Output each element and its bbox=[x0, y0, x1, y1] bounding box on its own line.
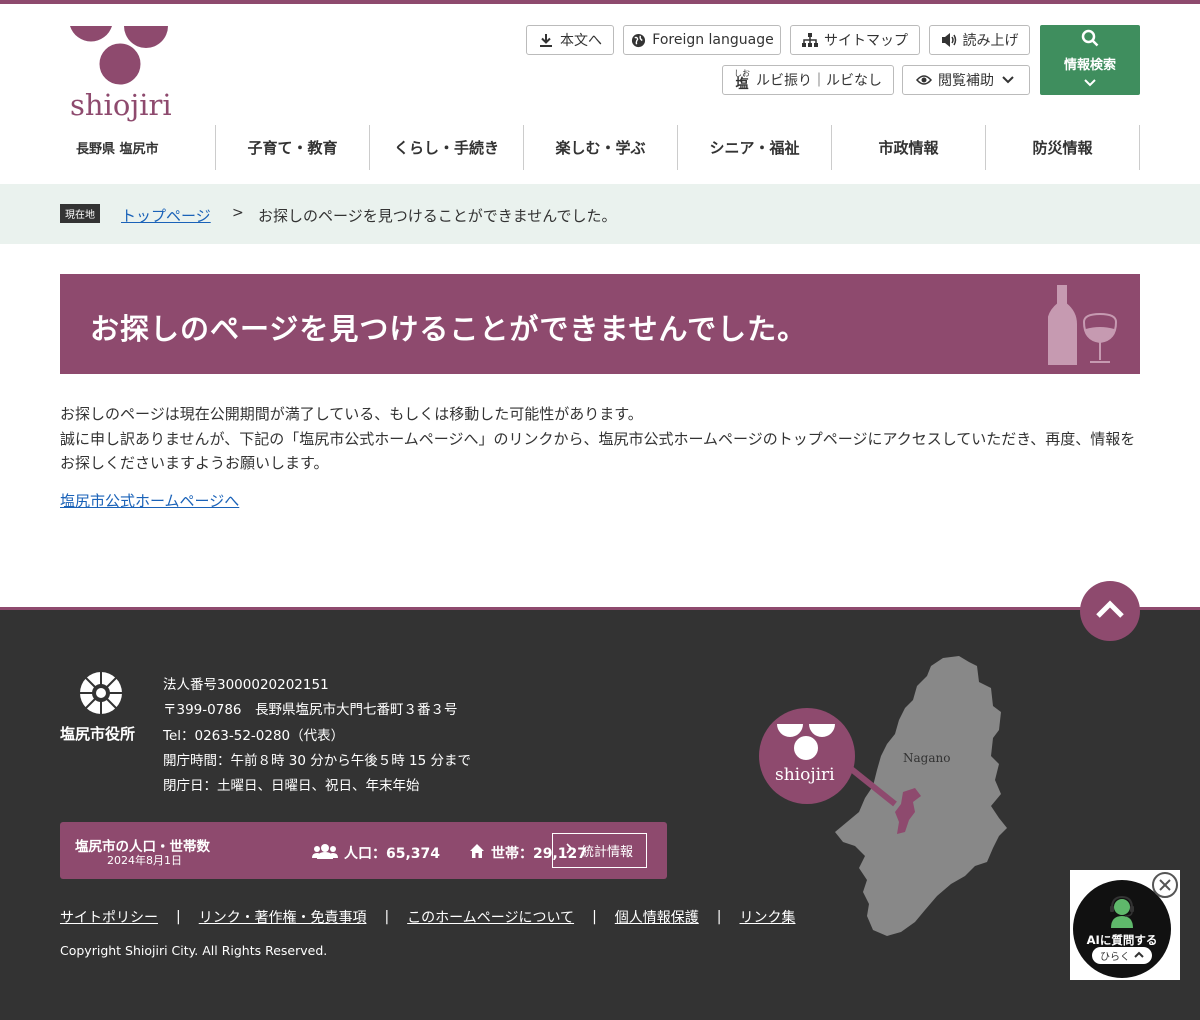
skip-to-content-button[interactable]: 本文へ bbox=[526, 25, 614, 55]
foreign-language-button[interactable]: Foreign language bbox=[623, 25, 781, 55]
phone: Tel：0263-52-0280（代表） bbox=[163, 727, 345, 744]
chevron-down-icon bbox=[1000, 72, 1016, 88]
ruby-icon: しお 塩 bbox=[734, 68, 750, 92]
breadcrumb-home-link[interactable]: トップページ bbox=[121, 205, 211, 226]
ruby-toggle-button[interactable]: しお 塩 ルビ振り｜ルビなし bbox=[722, 65, 894, 95]
page-title-banner: お探しのページを見つけることができませんでした。 bbox=[60, 274, 1140, 374]
globe-icon bbox=[630, 32, 646, 48]
speaker-icon bbox=[941, 32, 957, 48]
closed-days: 閉庁日：土曜日、日曜日、祝日、年末年始 bbox=[163, 778, 420, 795]
city-emblem-icon bbox=[80, 672, 122, 714]
reading-assist-button[interactable]: 閲覧補助 bbox=[902, 65, 1030, 95]
top-accent-bar bbox=[0, 0, 1200, 4]
nagano-map: shiojiri Nagano bbox=[759, 656, 1007, 936]
nav-item-disaster-prevention[interactable]: 防災情報 bbox=[985, 125, 1140, 170]
breadcrumb: 現在地 トップページ > お探しのページを見つけることができませんでした。 bbox=[0, 184, 1200, 244]
download-icon bbox=[538, 32, 554, 48]
footer-link-privacy[interactable]: 個人情報保護 bbox=[615, 907, 699, 927]
statistics-button[interactable]: 統計情報 bbox=[552, 833, 647, 868]
official-homepage-link[interactable]: 塩尻市公式ホームページへ bbox=[60, 490, 239, 511]
ai-chat-widget: AIに質問する ひらく bbox=[1070, 870, 1180, 980]
population-stats-box: 塩尻市の人口・世帯数 2024年8月1日 人口：65,374 世帯：29,127… bbox=[60, 822, 667, 879]
nav-item-senior-welfare[interactable]: シニア・福祉 bbox=[677, 125, 831, 170]
search-icon bbox=[1081, 29, 1099, 51]
nav-item-city-government[interactable]: 市政情報 bbox=[831, 125, 985, 170]
city-hall-info: 法人番号3000020202151 〒399-0786 長野県塩尻市大門七番町３… bbox=[163, 673, 471, 799]
nav-item-childcare-education[interactable]: 子育て・教育 bbox=[215, 125, 369, 170]
info-search-button[interactable]: 情報検索 bbox=[1040, 25, 1140, 95]
address: 〒399-0786 長野県塩尻市大門七番町３番３号 bbox=[163, 702, 458, 719]
eye-icon bbox=[916, 72, 932, 88]
sitemap-icon bbox=[802, 32, 818, 48]
people-icon bbox=[312, 843, 338, 863]
sitemap-button[interactable]: サイトマップ bbox=[790, 25, 920, 55]
corporate-number: 法人番号3000020202151 bbox=[163, 677, 329, 693]
chevron-up-icon bbox=[1095, 599, 1125, 623]
footer-links: サイトポリシー | リンク・著作権・免責事項 | このホームページについて | … bbox=[60, 907, 796, 927]
breadcrumb-separator: > bbox=[232, 205, 244, 221]
prefecture-city-name: 長野県 塩尻市 bbox=[76, 142, 159, 157]
read-aloud-button[interactable]: 読み上げ bbox=[929, 25, 1030, 55]
page-top-button[interactable] bbox=[1080, 581, 1140, 641]
footer-link-site-policy[interactable]: サイトポリシー bbox=[60, 907, 158, 927]
nav-item-enjoy-learn[interactable]: 楽しむ・学ぶ bbox=[523, 125, 677, 170]
copyright: Copyright Shiojiri City. All Rights Rese… bbox=[60, 943, 328, 958]
operator-headset-icon bbox=[1110, 896, 1134, 928]
office-hours: 開庁時間：午前８時 30 分から午後５時 15 分まで bbox=[163, 752, 472, 769]
city-hall-name: 塩尻市役所 bbox=[60, 725, 136, 743]
house-icon bbox=[469, 843, 485, 863]
error-message: お探しのページは現在公開期間が満了している、もしくは移動した可能性があります。 … bbox=[60, 405, 1136, 472]
global-nav: 子育て・教育 くらし・手続き 楽しむ・学ぶ シニア・福祉 市政情報 防災情報 bbox=[215, 125, 1140, 170]
page-title: お探しのページを見つけることができませんでした。 bbox=[90, 312, 808, 346]
logo-wordmark: shiojiri bbox=[70, 88, 172, 122]
nav-item-living-procedures[interactable]: くらし・手続き bbox=[369, 125, 523, 170]
close-icon[interactable] bbox=[1152, 872, 1178, 898]
ai-chat-open-button[interactable]: ひらく bbox=[1092, 947, 1152, 964]
population-count: 人口：65,374 bbox=[312, 843, 440, 863]
footer-link-copyright[interactable]: リンク・著作権・免責事項 bbox=[199, 907, 367, 927]
map-label: Nagano bbox=[903, 751, 950, 765]
chevron-up-icon bbox=[1134, 950, 1144, 961]
footer-link-separator: | bbox=[716, 909, 722, 925]
breadcrumb-current-location-tag: 現在地 bbox=[60, 204, 100, 223]
footer-link-separator: | bbox=[592, 909, 597, 925]
footer-link-separator: | bbox=[384, 909, 390, 925]
chevron-down-icon bbox=[1084, 76, 1096, 91]
chevron-right-icon bbox=[566, 843, 573, 858]
map-logo-wordmark: shiojiri bbox=[775, 765, 835, 785]
footer bbox=[0, 607, 1200, 1020]
breadcrumb-current-page: お探しのページを見つけることができませんでした。 bbox=[258, 207, 617, 225]
footer-link-separator: | bbox=[176, 909, 181, 925]
wine-bottle-glass-icon bbox=[1048, 285, 1118, 365]
footer-link-about[interactable]: このホームページについて bbox=[407, 907, 574, 927]
stats-date: 2024年8月1日 bbox=[107, 854, 182, 867]
ai-chat-label: AIに質問する bbox=[1086, 933, 1158, 947]
